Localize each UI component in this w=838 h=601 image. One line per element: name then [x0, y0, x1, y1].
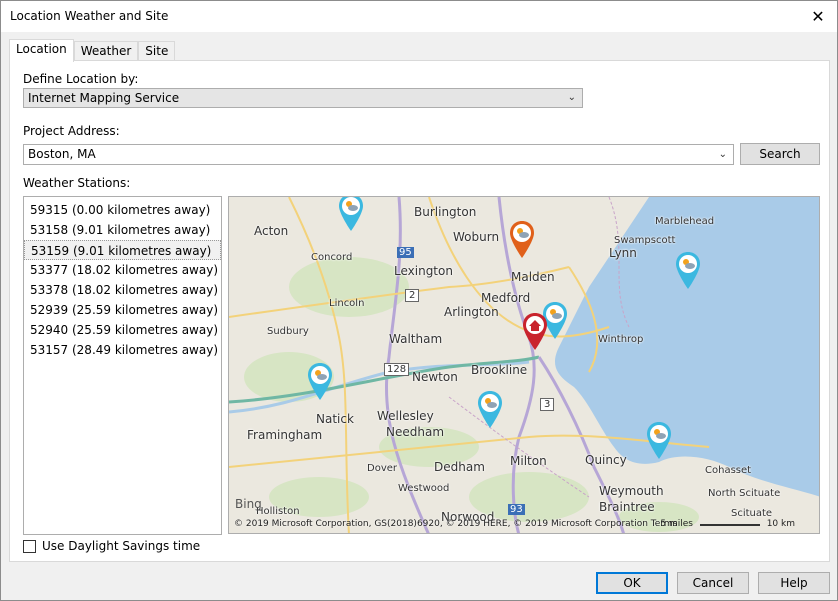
weather-station-pin[interactable]	[307, 362, 333, 402]
scale-km: 10 km	[766, 519, 795, 529]
map-label: Westwood	[398, 483, 450, 494]
map-label: Sudbury	[267, 326, 309, 337]
tab-site[interactable]: Site	[138, 41, 176, 62]
define-location-label: Define Location by:	[23, 72, 139, 86]
map-copyright: © 2019 Microsoft Corporation, GS(2018)69…	[234, 519, 678, 529]
weather-station-pin-active[interactable]	[509, 220, 535, 260]
map-label: Marblehead	[655, 216, 715, 227]
map-label: Winthrop	[598, 334, 644, 345]
map-label: Waltham	[389, 332, 443, 346]
station-item[interactable]: 53158 (9.01 kilometres away)	[24, 220, 221, 240]
chevron-down-icon: ⌄	[567, 92, 576, 103]
map-label: Malden	[511, 270, 555, 284]
map-label: Acton	[254, 224, 289, 238]
project-address-input[interactable]: Boston, MA ⌄	[23, 144, 734, 165]
title-bar: Location Weather and Site ✕	[1, 1, 837, 32]
map-label: Dover	[367, 463, 397, 474]
home-location-pin[interactable]	[522, 312, 548, 352]
project-address-value: Boston, MA	[28, 147, 96, 161]
map-label: Lexington	[394, 264, 453, 278]
map-label: Newton	[412, 370, 458, 384]
map-label: Dedham	[434, 460, 485, 474]
map-label: North Scituate	[708, 488, 781, 499]
map-label: Framingham	[247, 428, 323, 442]
map-label: Needham	[386, 425, 445, 439]
ok-button[interactable]: OK	[596, 572, 668, 594]
help-button[interactable]: Help	[758, 572, 830, 594]
tab-bar: Location Weather Site	[9, 39, 176, 62]
daylight-savings-label: Use Daylight Savings time	[42, 539, 201, 553]
weather-station-pin[interactable]	[477, 390, 503, 430]
station-item[interactable]: 53377 (18.02 kilometres away)	[24, 260, 221, 280]
map-label: Wellesley	[377, 409, 434, 423]
close-icon[interactable]: ✕	[807, 6, 829, 26]
cancel-button[interactable]: Cancel	[677, 572, 749, 594]
road-shield: 93	[508, 504, 525, 515]
weather-stations-label: Weather Stations:	[23, 176, 131, 190]
map-label: Brookline	[471, 363, 528, 377]
checkbox-box[interactable]	[23, 539, 36, 553]
define-location-value: Internet Mapping Service	[28, 91, 180, 105]
station-item[interactable]: 53378 (18.02 kilometres away)	[24, 280, 221, 300]
map-label: Quincy	[585, 453, 627, 467]
station-item[interactable]: 53157 (28.49 kilometres away)	[24, 340, 221, 360]
map-label: Arlington	[444, 305, 499, 319]
map-label: Woburn	[453, 230, 500, 244]
map-label: Lynn	[609, 246, 637, 260]
map-label: Concord	[311, 252, 353, 263]
bing-logo: Bing	[235, 497, 262, 511]
station-item[interactable]: 52939 (25.59 kilometres away)	[24, 300, 221, 320]
map-label: Milton	[510, 454, 547, 468]
search-button[interactable]: Search	[740, 143, 820, 165]
map-label: Weymouth	[599, 484, 664, 498]
scale-miles: 5 miles	[660, 519, 693, 529]
map-view[interactable]: Burlington Acton Woburn Marblehead Swamp…	[228, 196, 820, 534]
tab-location[interactable]: Location	[9, 39, 74, 62]
map-label: Braintree	[599, 500, 655, 514]
road-shield: 95	[397, 247, 414, 258]
map-label: Cohasset	[705, 465, 752, 476]
chevron-down-icon: ⌄	[718, 149, 727, 160]
map-scale: 5 miles 10 km	[660, 519, 795, 529]
map-label: Medford	[481, 291, 531, 305]
map-label: Scituate	[731, 508, 773, 519]
dialog-window: Location Weather and Site ✕ Location Wea…	[0, 0, 838, 601]
window-title: Location Weather and Site	[10, 9, 169, 23]
project-address-label: Project Address:	[23, 124, 120, 138]
weather-station-pin[interactable]	[646, 421, 672, 461]
weather-stations-list[interactable]: 59315 (0.00 kilometres away) 53158 (9.01…	[23, 196, 222, 535]
station-item-selected[interactable]: 53159 (9.01 kilometres away)	[24, 240, 221, 260]
station-item[interactable]: 52940 (25.59 kilometres away)	[24, 320, 221, 340]
define-location-select[interactable]: Internet Mapping Service ⌄	[23, 88, 583, 108]
road-shield: 3	[540, 398, 555, 411]
map-label: Holliston	[256, 506, 300, 517]
tab-weather[interactable]: Weather	[73, 41, 139, 62]
weather-station-pin[interactable]	[338, 196, 364, 233]
map-label: Swampscott	[614, 235, 676, 246]
map-label: Natick	[316, 412, 354, 426]
map-label: Lincoln	[329, 298, 365, 309]
station-item[interactable]: 59315 (0.00 kilometres away)	[24, 200, 221, 220]
road-shield: 128	[384, 363, 410, 376]
road-shield: 2	[405, 289, 420, 302]
daylight-savings-checkbox[interactable]: Use Daylight Savings time	[23, 539, 200, 553]
map-label: Burlington	[414, 205, 477, 219]
weather-station-pin[interactable]	[675, 251, 701, 291]
